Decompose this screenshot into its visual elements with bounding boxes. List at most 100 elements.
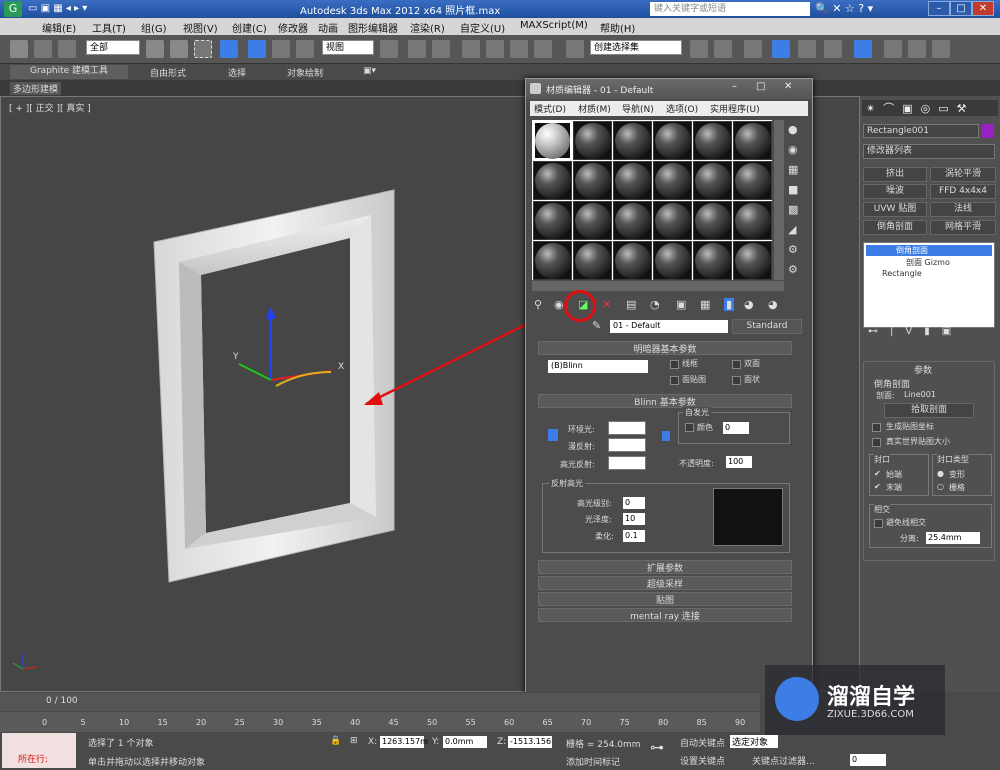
- show-end-result-icon[interactable]: ▮: [724, 298, 735, 311]
- menu-views[interactable]: 视图(V): [183, 20, 218, 35]
- menu-tools[interactable]: 工具(T): [92, 20, 126, 35]
- rollout-maps[interactable]: 贴图: [538, 592, 792, 606]
- mod-normal-button[interactable]: 法线: [930, 202, 996, 217]
- rollout-extended[interactable]: 扩展参数: [538, 560, 792, 574]
- rotate-icon[interactable]: [272, 40, 290, 58]
- menu-rendering[interactable]: 渲染(R): [410, 20, 445, 35]
- two-sided-checkbox[interactable]: [732, 360, 741, 369]
- selection-filter-dropdown[interactable]: 全部: [86, 40, 140, 55]
- maximize-button[interactable]: □: [950, 1, 972, 16]
- quick-access[interactable]: ▭ ▣ ▦ ◂ ▸ ▾: [28, 3, 158, 15]
- material-type-button[interactable]: Standard: [732, 319, 802, 334]
- params-title[interactable]: 参数: [914, 363, 932, 376]
- sample-slot[interactable]: [533, 201, 572, 240]
- layer-manager-icon[interactable]: [744, 40, 762, 58]
- ribbon-menu-icon[interactable]: ▣▾: [363, 66, 376, 76]
- graphite-toggle-icon[interactable]: [772, 40, 790, 58]
- sample-slot[interactable]: [733, 201, 772, 240]
- tab-graphite[interactable]: Graphite 建模工具: [10, 65, 129, 79]
- diffuse-swatch[interactable]: [608, 438, 646, 452]
- mod-noise-button[interactable]: 噪波: [863, 184, 927, 199]
- y-coord[interactable]: 0.0mm: [443, 736, 487, 748]
- face-map-checkbox[interactable]: [670, 376, 679, 385]
- sample-slot[interactable]: [693, 241, 732, 280]
- mod-bevel-profile-button[interactable]: 倒角剖面: [863, 220, 927, 235]
- menu-graph-editors[interactable]: 图形编辑器: [348, 20, 398, 35]
- sample-slot[interactable]: [733, 121, 772, 160]
- sample-slot[interactable]: [613, 201, 652, 240]
- me-menu-utilities[interactable]: 实用程序(U): [710, 102, 760, 115]
- timeline[interactable]: 0 5 10 15 20 25 30 35 40 45 50 55 60 65 70 75 80 85 90: [0, 712, 760, 732]
- slots-scrollbar[interactable]: [774, 120, 784, 280]
- panel-tabs[interactable]: ✴⌒▣◎▭⚒: [862, 100, 998, 116]
- morph-radio[interactable]: ●: [937, 469, 944, 478]
- me-side-toolbar[interactable]: ● ◉ ▦ ■ ▩ ◢ ⚙ ⚙: [788, 120, 806, 285]
- curve-editor-icon[interactable]: [798, 40, 816, 58]
- get-material-icon[interactable]: ⚲: [534, 298, 542, 311]
- sample-slot[interactable]: [693, 201, 732, 240]
- stack-tools[interactable]: ⊷|Ⅴ▮▣: [868, 326, 963, 337]
- sample-slot[interactable]: [573, 241, 612, 280]
- move-icon[interactable]: [248, 40, 266, 58]
- bind-icon[interactable]: [58, 40, 76, 58]
- shader-rollout[interactable]: 明暗器基本参数: [538, 341, 792, 355]
- slots-hscroll[interactable]: [532, 281, 784, 291]
- faceted-checkbox[interactable]: [732, 376, 741, 385]
- sample-slot[interactable]: [653, 201, 692, 240]
- start-checkbox[interactable]: ✔: [874, 469, 881, 478]
- sep-spinner[interactable]: 25.4mm: [926, 532, 980, 544]
- menu-help[interactable]: 帮助(H): [600, 20, 635, 35]
- me-minimize-button[interactable]: –: [732, 81, 750, 95]
- me-maximize-button[interactable]: □: [756, 81, 774, 95]
- schematic-view-icon[interactable]: [824, 40, 842, 58]
- mod-meshsmooth-button[interactable]: 网格平滑: [930, 220, 996, 235]
- menu-edit[interactable]: 编辑(E): [42, 20, 76, 35]
- me-close-button[interactable]: ✕: [784, 81, 802, 95]
- render-icon[interactable]: [932, 40, 950, 58]
- rollout-supersampling[interactable]: 超级采样: [538, 576, 792, 590]
- key-filters-button[interactable]: 关键点过滤器...: [752, 754, 815, 767]
- opacity-spinner[interactable]: 100: [726, 456, 752, 468]
- link-icon[interactable]: [10, 40, 28, 58]
- help-tools[interactable]: 🔍 ✕ ☆ ? ▾: [815, 2, 873, 15]
- mod-turbosmooth-button[interactable]: 涡轮平滑: [930, 167, 996, 182]
- real-world-checkbox[interactable]: [872, 438, 881, 447]
- key-icon[interactable]: ⊶: [650, 740, 664, 756]
- sample-slot[interactable]: [733, 241, 772, 280]
- unlink-icon[interactable]: [34, 40, 52, 58]
- sample-slot[interactable]: [693, 161, 732, 200]
- sample-slot[interactable]: [653, 121, 692, 160]
- window-crossing-icon[interactable]: [220, 40, 238, 58]
- object-name-field[interactable]: Rectangle001: [863, 124, 979, 138]
- mirror-icon[interactable]: [690, 40, 708, 58]
- sample-slot[interactable]: [613, 161, 652, 200]
- ambient-swatch[interactable]: [608, 421, 646, 435]
- tab-poly-modeling[interactable]: 多边形建模: [10, 82, 62, 95]
- go-parent-icon[interactable]: ◕: [744, 298, 754, 311]
- me-menu-mode[interactable]: 模式(D): [534, 102, 566, 115]
- menu-animation[interactable]: 动画: [318, 20, 338, 35]
- rendered-frame-icon[interactable]: [908, 40, 926, 58]
- spec-level-spinner[interactable]: 0: [623, 497, 645, 509]
- z-coord[interactable]: -1513.156: [508, 736, 552, 748]
- menu-maxscript[interactable]: MAXScript(M): [520, 20, 588, 31]
- snap-toggle-icon[interactable]: [462, 40, 480, 58]
- sample-slot[interactable]: [533, 241, 572, 280]
- menu-create[interactable]: 创建(C): [232, 20, 267, 35]
- menu-group[interactable]: 组(G): [141, 20, 167, 35]
- sample-slot[interactable]: [573, 161, 612, 200]
- specular-swatch[interactable]: [608, 456, 646, 470]
- selected-dropdown[interactable]: 选定对象: [730, 735, 778, 748]
- pivot-icon[interactable]: [380, 40, 398, 58]
- spinner-snap-icon[interactable]: [534, 40, 552, 58]
- sample-slot[interactable]: [613, 241, 652, 280]
- material-name-dropdown[interactable]: 01 - Default: [610, 320, 728, 333]
- diffuse-map-button[interactable]: [662, 431, 670, 441]
- tab-object-paint[interactable]: 对象绘制: [287, 66, 323, 79]
- me-menu-navigation[interactable]: 导航(N): [622, 102, 654, 115]
- time-slider[interactable]: 0 / 100: [0, 693, 760, 711]
- modifier-stack[interactable]: 倒角剖面 剖面 Gizmo Rectangle: [863, 242, 995, 328]
- sample-slots-grid[interactable]: [532, 120, 772, 280]
- minimize-button[interactable]: –: [928, 1, 950, 16]
- sample-slot[interactable]: [693, 121, 732, 160]
